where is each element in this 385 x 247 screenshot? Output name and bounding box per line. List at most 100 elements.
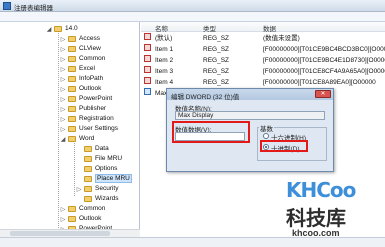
tree-item-label: PowerPoint: [79, 95, 113, 102]
dialog-title-bar: 编辑 DWORD (32 位)值: [167, 89, 333, 101]
folder-icon: [84, 166, 92, 172]
tree-item[interactable]: Options: [76, 164, 117, 174]
tree-item[interactable]: ▷ Excel: [60, 64, 95, 74]
tree-item[interactable]: ▷ CLView: [60, 44, 101, 54]
tree-item[interactable]: ◢ 14.0: [46, 24, 78, 34]
folder-icon: [68, 36, 76, 42]
value-row[interactable]: Item 4 REG_SZ [F00000000][T01CE8A89EA0][O0…: [141, 77, 385, 88]
tree-item[interactable]: ▷ Outlook: [60, 214, 102, 224]
tree-expander-icon[interactable]: ◢: [60, 135, 66, 145]
tree-item-label: Common: [79, 205, 106, 212]
value-row[interactable]: Item 1 REG_SZ [F00000000][T01CE9BC4BCD3BC0…: [141, 44, 385, 55]
tree-item[interactable]: ▷PowerPoint: [60, 94, 113, 104]
tree-item[interactable]: ▷ User Settings: [60, 124, 118, 134]
tree-item[interactable]: ▷ Access: [60, 34, 100, 44]
tree-item[interactable]: File MRU: [76, 154, 122, 164]
value-name: Item 1: [155, 46, 174, 53]
tree-item[interactable]: ▷ Common: [60, 204, 106, 214]
tree-item[interactable]: ▷ Outlook: [60, 84, 102, 94]
close-icon[interactable]: ✕: [315, 90, 331, 98]
value-data: [F00000000][T01CE8A89EA0][O00000: [263, 79, 376, 86]
value-type: REG_SZ: [203, 79, 230, 86]
value-name: Item 3: [155, 68, 174, 75]
column-header-name[interactable]: 名称: [155, 23, 168, 33]
tree-item-label: Word: [79, 135, 95, 142]
tree-item-label: Security: [95, 185, 119, 192]
tree-item-label: CLView: [79, 45, 101, 52]
folder-icon: [68, 86, 76, 92]
tree-item[interactable]: ▷ Common: [60, 54, 106, 64]
folder-icon: [84, 146, 92, 152]
tree-item[interactable]: ▷ Publisher: [60, 104, 106, 114]
watermark-brand: 科技库: [286, 206, 346, 230]
watermark: KHCoo 科技库 khcoo.com: [270, 168, 385, 247]
tree-item-label: File MRU: [95, 155, 123, 162]
folder-icon: [68, 136, 76, 142]
regedit-app-icon: [3, 2, 11, 10]
tree-item[interactable]: Place MRU: [76, 174, 132, 184]
watermark-url: khcoo.com: [292, 228, 340, 238]
folder-icon: [68, 206, 76, 212]
watermark-logo: KHCoo: [286, 178, 356, 202]
string-value-icon: [144, 55, 151, 62]
title-bar: 注册表编辑器: [0, 0, 385, 12]
folder-icon: [68, 216, 76, 222]
string-value-icon: [144, 66, 151, 73]
tree-item[interactable]: ▷ Security: [76, 184, 119, 194]
tree-item[interactable]: ◢ Word: [60, 134, 95, 145]
tree-item[interactable]: Data: [76, 144, 109, 154]
tree-item-label: InfoPath: [79, 75, 104, 82]
value-data-highlight: [172, 121, 250, 143]
column-header-data[interactable]: 数据: [263, 23, 276, 33]
folder-icon: [84, 186, 92, 192]
window-title: 注册表编辑器: [14, 5, 53, 12]
value-name: Item 4: [155, 79, 174, 86]
binary-value-icon: [144, 88, 151, 95]
tree-item-label: Outlook: [79, 215, 102, 222]
value-row[interactable]: (默认) REG_SZ (数值未设置): [141, 33, 385, 44]
folder-icon: [68, 46, 76, 52]
tree-guide-line: [74, 140, 75, 196]
decimal-radio-highlight: [260, 140, 308, 152]
value-row[interactable]: Item 3 REG_SZ [F00000000][T01CE8CF4A9A65A0…: [141, 66, 385, 77]
tree-item-label: Options: [95, 165, 118, 172]
string-value-icon: [144, 77, 151, 84]
column-header-type[interactable]: 类型: [203, 23, 216, 33]
value-data: [F00000000][T01CE9BC4BCD3BC0][O00000: [263, 46, 385, 53]
value-row[interactable]: Item 2 REG_SZ [F00000000][T01CE9BC4E1D8730…: [141, 55, 385, 66]
folder-icon: [68, 106, 76, 112]
list-header: 名称 类型 数据: [141, 22, 385, 33]
tree-item[interactable]: Wizards: [76, 194, 118, 204]
tree-horizontal-scrollbar[interactable]: [0, 229, 140, 237]
tree-item-label: Place MRU: [95, 174, 132, 183]
folder-icon: [54, 26, 62, 32]
folder-icon: [84, 156, 92, 162]
tree-item-label: Excel: [79, 65, 95, 72]
dialog-title: 编辑 DWORD (32 位)值: [171, 94, 240, 101]
tree-expander-icon[interactable]: ◢: [46, 25, 52, 35]
value-name-field: Max Display: [175, 111, 325, 120]
string-value-icon: [144, 33, 151, 40]
value-type: REG_SZ: [203, 57, 230, 64]
value-data: [F00000000][T01CE9BC4E1D8730][O00000: [263, 57, 385, 64]
scrollbar-thumb[interactable]: [10, 231, 110, 236]
tree-item[interactable]: ▷ Registration: [60, 114, 114, 124]
tree-item-label: 14.0: [65, 25, 78, 32]
value-name: (默认): [155, 35, 173, 42]
folder-icon: [68, 126, 76, 132]
hex-radio[interactable]: [263, 133, 269, 139]
tree-item-label: Registration: [79, 115, 114, 122]
folder-icon: [84, 196, 92, 202]
folder-icon: [68, 96, 76, 102]
tree-item[interactable]: ▷ InfoPath: [60, 74, 104, 84]
folder-icon: [68, 76, 76, 82]
tree-item-label: Access: [79, 35, 100, 42]
edit-dword-dialog: 编辑 DWORD (32 位)值 ✕ 数值名称(N): Max Display …: [166, 88, 334, 172]
value-type: REG_SZ: [203, 35, 230, 42]
tree-item-label: Outlook: [79, 85, 102, 92]
menu-bar: [0, 12, 385, 22]
tree-guide-line: [58, 28, 59, 228]
folder-icon: [68, 66, 76, 72]
registry-tree[interactable]: ◢ 14.0 ▷ Access ▷ CLView ▷ Common ▷ Excel ▷ InfoPat…: [0, 22, 140, 237]
value-data: (数值未设置): [263, 35, 300, 42]
